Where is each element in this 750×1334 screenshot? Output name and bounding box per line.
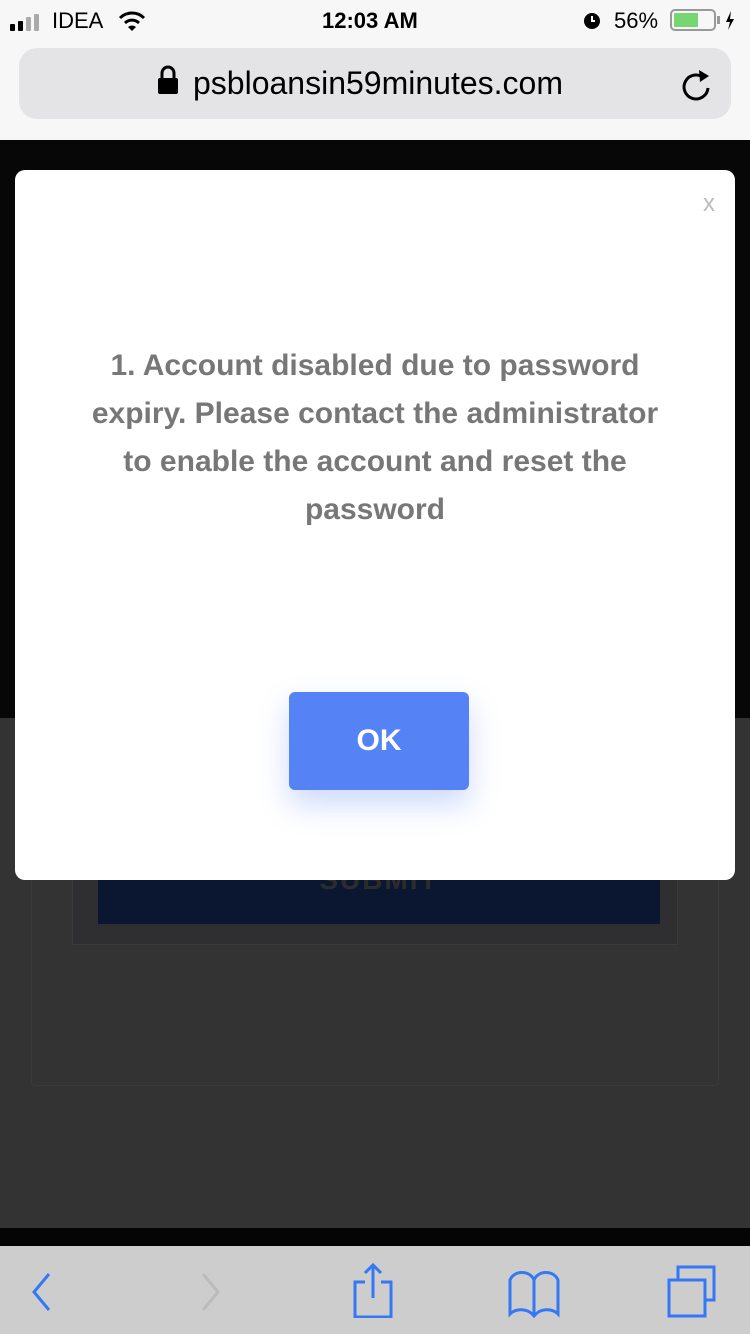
alert-modal: x 1. Account disabled due to password ex… [15,170,735,880]
ok-button[interactable]: OK [289,692,469,790]
carrier-label: IDEA [52,8,104,33]
address-bar[interactable]: psbloansin59minutes.com [19,48,731,119]
share-icon[interactable] [352,1262,396,1323]
lock-icon [157,65,179,103]
browser-toolbar [0,1246,750,1334]
close-button[interactable]: x [703,190,715,218]
signal-icon [10,12,46,38]
reload-icon[interactable] [681,68,713,110]
address-bar-area: psbloansin59minutes.com [0,40,750,140]
wifi-icon [118,10,146,38]
alert-message: 1. Account disabled due to password expi… [91,349,659,526]
back-icon[interactable] [30,1272,54,1317]
forward-icon[interactable] [198,1272,222,1317]
clock: 12:03 AM [322,8,418,33]
battery-percent: 56% [614,8,659,33]
status-bar: IDEA 12:03 AM 56% [0,0,750,40]
page-footer [0,1228,750,1246]
tabs-icon[interactable] [666,1264,720,1323]
battery-icon [670,9,740,37]
bookmarks-icon[interactable] [508,1268,562,1323]
url-text: psbloansin59minutes.com [193,65,563,101]
alarm-icon [582,10,602,36]
